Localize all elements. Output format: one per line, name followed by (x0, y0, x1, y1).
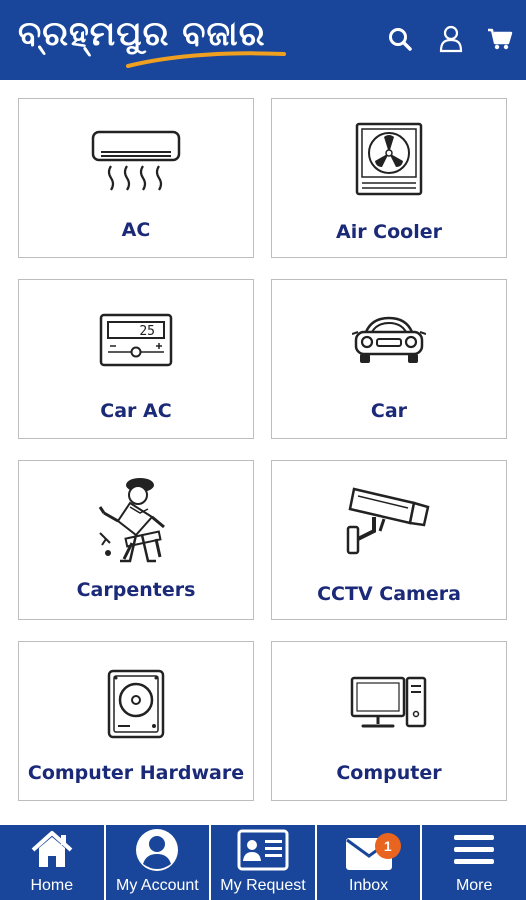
app-logo[interactable]: ବ୍ରହ୍ମପୁର ବଜାର (16, 10, 286, 68)
category-tile-ac[interactable]: AC (18, 98, 254, 258)
category-label: Carpenters (76, 579, 196, 601)
cart-icon[interactable] (485, 24, 515, 54)
ac-icon (19, 109, 253, 209)
category-label: Car (370, 400, 408, 422)
category-grid: AC Air Cooler 25 Car AC Car Carpenters C… (0, 80, 526, 825)
nav-inbox[interactable]: 1 Inbox (317, 825, 423, 900)
account-icon (134, 825, 180, 875)
category-label: AC (121, 219, 151, 241)
hard-disk-icon (19, 654, 253, 754)
category-tile-air-cooler[interactable]: Air Cooler (271, 98, 507, 258)
air-cooler-icon (272, 109, 506, 209)
category-label: CCTV Camera (317, 583, 461, 605)
bottom-navigation: Home My Account My Request 1 Inbox More (0, 825, 526, 900)
cctv-camera-icon (272, 469, 506, 569)
nav-label: My Request (220, 877, 306, 894)
nav-my-request[interactable]: My Request (211, 825, 317, 900)
category-label: Air Cooler (335, 221, 443, 243)
category-label: Car AC (100, 400, 172, 422)
nav-my-account[interactable]: My Account (106, 825, 212, 900)
menu-icon (452, 825, 496, 875)
home-icon (30, 825, 74, 875)
category-tile-carpenters[interactable]: Carpenters (18, 460, 254, 620)
nav-label: My Account (116, 877, 199, 894)
car-icon (272, 290, 506, 390)
mail-icon: 1 (317, 825, 421, 875)
request-card-icon (237, 825, 289, 875)
category-label: Computer (336, 762, 442, 784)
search-icon[interactable] (385, 24, 415, 54)
nav-home[interactable]: Home (0, 825, 106, 900)
car-ac-display: 25 (139, 324, 155, 339)
computer-icon (272, 654, 506, 754)
category-tile-cctv-camera[interactable]: CCTV Camera (271, 460, 507, 620)
category-tile-computer[interactable]: Computer (271, 641, 507, 801)
category-tile-computer-hardware[interactable]: Computer Hardware (18, 641, 254, 801)
category-tile-car-ac[interactable]: 25 Car AC (18, 279, 254, 439)
nav-more[interactable]: More (422, 825, 526, 900)
user-icon[interactable] (436, 24, 466, 54)
app-header: ବ୍ରହ୍ମପୁର ବଜାର (0, 0, 526, 80)
nav-label: Inbox (349, 877, 389, 894)
nav-label: More (455, 877, 493, 894)
category-tile-car[interactable]: Car (271, 279, 507, 439)
category-label: Computer Hardware (27, 762, 245, 784)
nav-label: Home (30, 877, 74, 894)
logo-swoosh (126, 51, 286, 68)
carpenter-icon (19, 467, 253, 571)
inbox-badge: 1 (374, 833, 401, 859)
car-ac-icon: 25 (19, 290, 253, 390)
